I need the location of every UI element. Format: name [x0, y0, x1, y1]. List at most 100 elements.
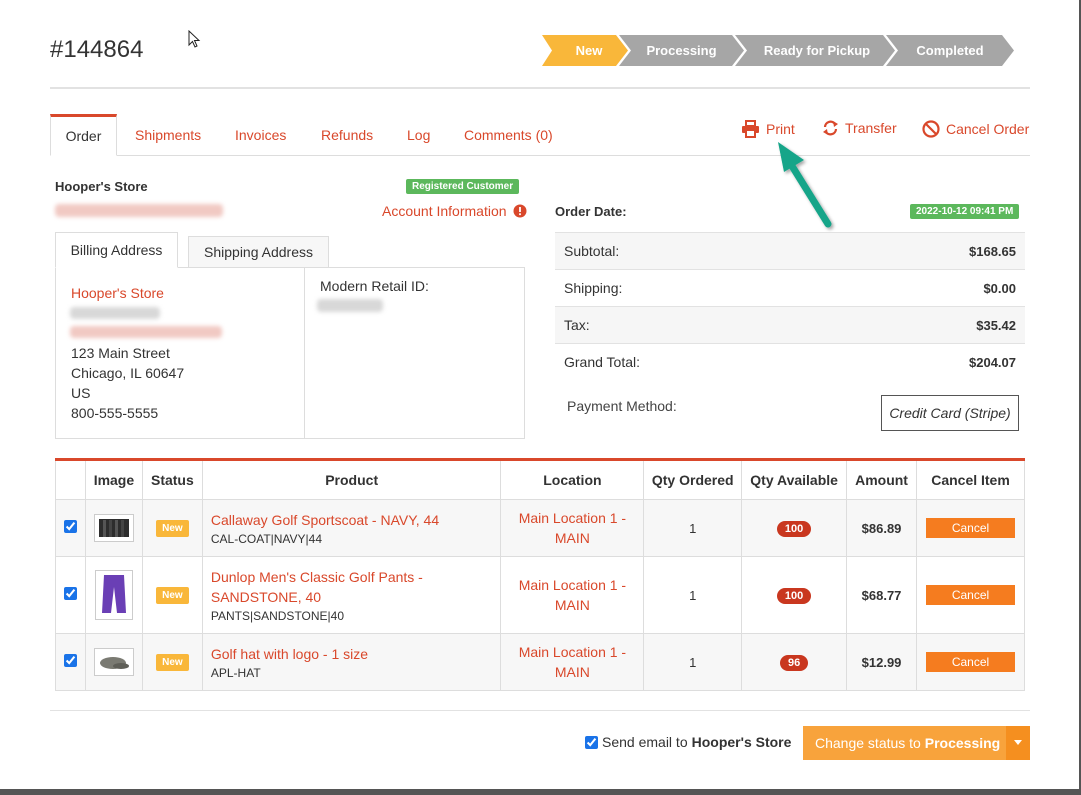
cancel-item-button[interactable]: Cancel	[926, 652, 1015, 672]
change-status-prefix: Change status to	[815, 735, 921, 751]
billing-name-link[interactable]: Hooper's Store	[71, 285, 164, 301]
subtotal-value: $168.65	[969, 243, 1016, 259]
payment-method-value: Credit Card (Stripe)	[881, 395, 1019, 431]
step-completed: Completed	[886, 35, 1014, 66]
col-qty-ordered: Qty Ordered	[643, 459, 743, 500]
billing-street: 123 Main Street	[71, 345, 170, 361]
tax-row: Tax: $35.42	[555, 306, 1025, 343]
col-status: Status	[141, 459, 203, 500]
order-date-badge: 2022-10-12 09:41 PM	[910, 204, 1020, 219]
registered-customer-badge: Registered Customer	[406, 179, 520, 194]
qty-available-badge: 96	[779, 654, 809, 671]
table-header-row: Image Status Product Location Qty Ordere…	[55, 459, 1025, 500]
shipping-value: $0.00	[983, 280, 1016, 296]
send-email-label: Send email to	[602, 734, 688, 750]
print-button[interactable]: Print	[741, 120, 795, 138]
print-label: Print	[766, 121, 795, 137]
change-status-label: Change status to Processing	[803, 735, 1006, 751]
send-email-checkbox[interactable]	[585, 735, 598, 749]
order-items-table: Image Status Product Location Qty Ordere…	[55, 458, 1025, 691]
item-select-checkbox[interactable]	[63, 587, 77, 600]
billing-city: Chicago, IL 60647	[71, 365, 185, 381]
cancel-order-label: Cancel Order	[946, 121, 1030, 137]
redacted-email	[55, 204, 223, 217]
pointer-arrow-icon	[778, 142, 832, 228]
product-link[interactable]: Golf hat with logo - 1 size	[211, 644, 501, 664]
step-processing: Processing	[619, 35, 744, 66]
transfer-icon	[823, 120, 838, 136]
subtotal-row: Subtotal: $168.65	[555, 232, 1025, 269]
ban-icon	[922, 120, 940, 138]
item-select-checkbox[interactable]	[63, 520, 77, 533]
col-location: Location	[500, 459, 645, 500]
col-qty-available: Qty Available	[741, 459, 848, 500]
col-product: Product	[201, 459, 502, 500]
cancel-order-button[interactable]: Cancel Order	[922, 120, 1029, 138]
product-sku: APL-HAT	[210, 666, 261, 680]
grand-total-row: Grand Total: $204.07	[555, 343, 1025, 380]
status-badge: New	[156, 587, 189, 604]
info-icon	[513, 204, 527, 218]
tax-label: Tax:	[564, 317, 590, 333]
step-ready-for-pickup: Ready for Pickup	[735, 35, 895, 66]
tab-comments[interactable]: Comments (0)	[464, 114, 553, 156]
order-totals-table: Subtotal: $168.65 Shipping: $0.00 Tax: $…	[555, 232, 1025, 380]
change-status-button[interactable]: Change status to Processing	[803, 726, 1030, 760]
cancel-item-button[interactable]: Cancel	[926, 585, 1015, 605]
shipping-row: Shipping: $0.00	[555, 269, 1025, 306]
hat-thumbnail	[93, 648, 134, 676]
status-dropdown-toggle[interactable]	[1006, 726, 1030, 760]
col-image: Image	[84, 459, 143, 500]
product-sku: PANTS|SANDSTONE|40	[210, 609, 345, 623]
tab-billing-address[interactable]: Billing Address	[55, 232, 178, 268]
order-number: #144864	[50, 36, 144, 63]
item-select-checkbox[interactable]	[63, 654, 77, 667]
grand-total-value: $204.07	[969, 354, 1016, 370]
transfer-button[interactable]: Transfer	[822, 120, 897, 136]
account-information-label: Account Information	[382, 203, 507, 219]
tab-refunds[interactable]: Refunds	[321, 114, 373, 156]
sportscoat-thumbnail	[93, 514, 134, 542]
subtotal-label: Subtotal:	[564, 243, 620, 259]
product-link[interactable]: Callaway Golf Sportscoat - NAVY, 44	[211, 510, 501, 530]
order-date-label: Order Date:	[555, 204, 627, 219]
table-row: New Golf hat with logo - 1 size APL-HAT …	[55, 633, 1025, 691]
header-divider	[50, 87, 1030, 89]
tab-shipping-address[interactable]: Shipping Address	[188, 236, 329, 268]
tab-log[interactable]: Log	[407, 114, 430, 156]
redacted-contact-name	[70, 307, 160, 319]
item-amount: $68.77	[846, 556, 917, 634]
col-select	[55, 459, 86, 500]
account-information-link[interactable]: Account Information	[382, 203, 527, 219]
send-email-option: Send email to Hooper's Store	[585, 734, 791, 750]
footer-divider	[50, 710, 1030, 711]
shipping-label: Shipping:	[564, 280, 623, 296]
tax-value: $35.42	[976, 317, 1016, 333]
qty-available-badge: 100	[776, 587, 812, 604]
product-link[interactable]: Dunlop Men's Classic Golf Pants - SANDST…	[211, 567, 501, 607]
caret-down-icon	[1014, 740, 1022, 745]
qty-ordered: 1	[643, 499, 743, 557]
tab-order[interactable]: Order	[50, 114, 117, 156]
pants-thumbnail	[94, 570, 133, 620]
tab-shipments[interactable]: Shipments	[135, 114, 201, 156]
send-email-target: Hooper's Store	[691, 734, 792, 750]
col-amount: Amount	[846, 459, 917, 500]
product-sku: CAL-COAT|NAVY|44	[210, 532, 323, 546]
item-amount: $86.89	[846, 499, 917, 557]
qty-available-badge: 100	[776, 520, 812, 537]
redacted-billing-email	[70, 326, 222, 338]
tab-invoices[interactable]: Invoices	[235, 114, 286, 156]
change-status-target: Processing	[924, 735, 1001, 751]
cancel-item-button[interactable]: Cancel	[926, 518, 1015, 538]
billing-country: US	[71, 385, 91, 401]
location-link[interactable]: Main Location 1 - MAIN	[501, 575, 643, 615]
printer-icon	[742, 120, 759, 138]
item-amount: $12.99	[846, 633, 917, 691]
status-badge: New	[156, 520, 189, 537]
transfer-label: Transfer	[845, 120, 897, 136]
location-link[interactable]: Main Location 1 - MAIN	[501, 642, 643, 682]
payment-method-label: Payment Method:	[567, 398, 677, 414]
billing-phone: 800-555-5555	[71, 405, 159, 421]
location-link[interactable]: Main Location 1 - MAIN	[501, 508, 643, 548]
